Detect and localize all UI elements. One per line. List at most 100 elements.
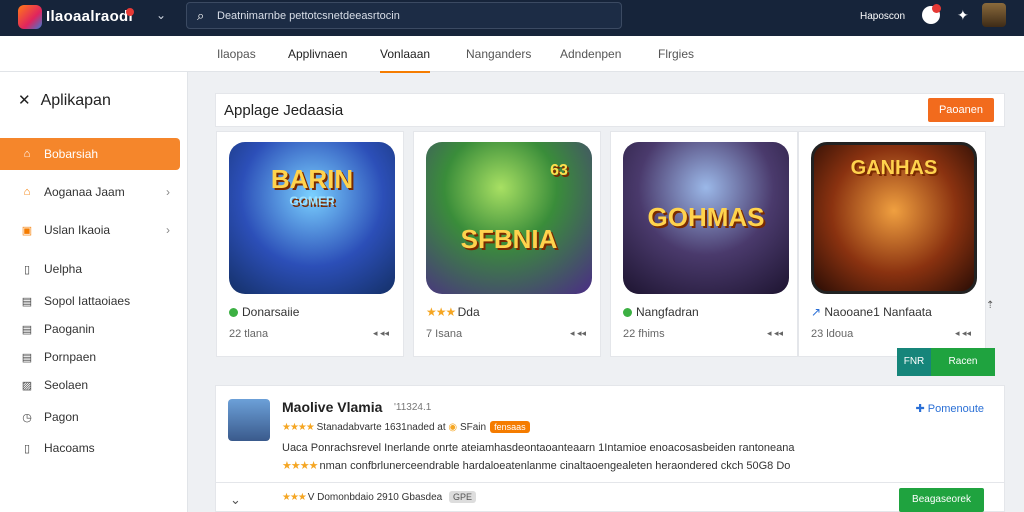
game-meta: 22 tlana: [229, 328, 269, 340]
game-name[interactable]: ★★★ Dda: [426, 305, 480, 319]
game-thumbnail[interactable]: GOHMAS: [623, 142, 789, 294]
notification-dot-icon: [126, 8, 134, 16]
app-subtitle: '11324.1: [394, 402, 432, 413]
follow-icon: ✚: [915, 403, 928, 415]
game-card-1[interactable]: BARIN GOMER Donarsaiie 22 tlana ◂ ◂◂: [216, 131, 404, 357]
chevron-down-icon[interactable]: ⌄: [156, 8, 166, 22]
game-name-label: Dda: [457, 305, 480, 319]
game-name-label: Naooane1 Nanfaata: [824, 305, 932, 319]
game-thumbnail[interactable]: 63 SFBNIA: [426, 142, 592, 294]
rating-stars-icon: ★★★: [426, 305, 458, 319]
user-name[interactable]: Haposcon: [860, 11, 905, 22]
chevron-right-icon: ›: [166, 185, 170, 199]
app-name: Ilaoaalraodi: [46, 8, 133, 25]
rating-stars-icon: ★★★: [282, 492, 308, 503]
app-thumbnail[interactable]: [228, 399, 270, 441]
download-icon[interactable]: ◂ ◂◂: [767, 328, 783, 339]
sidebar-item-label: Sopol Iattaoiaes: [44, 294, 131, 308]
scroll-up-icon[interactable]: ⇡: [986, 300, 994, 311]
doc-icon: ▤: [21, 323, 33, 336]
tab-3[interactable]: Vonlaaan: [380, 47, 431, 73]
sidebar-item-label: Paoganin: [44, 322, 95, 336]
download-icon[interactable]: ◂ ◂◂: [955, 328, 971, 339]
search-placeholder: Deatnimarnbe pettotcsnetdeeasrtocin: [217, 10, 400, 22]
doc-icon: ▯: [23, 442, 31, 455]
game-meta: 7 Isana: [426, 328, 463, 340]
game-thumbnail[interactable]: GANHAS: [811, 142, 977, 294]
doc-icon: ▤: [21, 295, 33, 308]
sidebar-item-8[interactable]: ▨ Seolaen: [0, 369, 180, 401]
get-button[interactable]: Beagaseorek: [899, 488, 984, 512]
game-art-title: BARIN: [270, 164, 354, 194]
app-meta-badge: GPE: [449, 491, 477, 503]
download-icon[interactable]: ◂ ◂◂: [373, 328, 389, 339]
tools-icon: ✕: [18, 92, 31, 109]
clock-icon: ◷: [22, 411, 32, 424]
tab-6[interactable]: Flrgies: [658, 47, 694, 61]
app-title[interactable]: Maolive Vlamia: [282, 399, 382, 415]
avatar[interactable]: [982, 3, 1006, 27]
game-meta: 22 fhims: [623, 328, 665, 340]
link-icon: ↗: [811, 305, 825, 319]
sidebar-title: ✕ Aplikapan: [18, 91, 111, 110]
app-tag: fensaas: [490, 421, 530, 433]
sidebar-item-label: Uslan Ikaoia: [44, 223, 111, 237]
doc-icon: ▤: [21, 351, 33, 364]
sidebar-item-3[interactable]: ▣ Uslan Ikaoia ›: [0, 214, 180, 246]
rating-stars-icon: ★★★★: [282, 422, 315, 433]
sidebar-item-4[interactable]: ▯ Uelpha: [0, 253, 180, 285]
status-dot-icon: [623, 308, 632, 317]
game-art-subtitle: GOMER: [289, 194, 335, 208]
app-logo-icon[interactable]: [18, 5, 42, 29]
sidebar-item-label: Uelpha: [44, 262, 83, 276]
secondary-button[interactable]: FNR: [897, 348, 931, 376]
tab-1[interactable]: Ilaopas: [217, 47, 256, 61]
game-name[interactable]: Nangfadran: [623, 305, 699, 319]
game-name-label: Donarsaiie: [242, 305, 300, 319]
tab-2[interactable]: Applivnaen: [288, 47, 347, 61]
sidebar-item-label: Hacoams: [44, 441, 95, 455]
game-art-title: GOHMAS: [647, 202, 765, 232]
download-icon[interactable]: ◂ ◂◂: [570, 328, 586, 339]
app-description-line-1: Uaca Ponrachsrevel Inerlande onrte ateia…: [282, 442, 795, 454]
game-meta: 23 ldoua: [811, 328, 854, 340]
game-card-4[interactable]: GANHAS ↗ Naooane1 Nanfaata 23 ldoua ◂ ◂◂: [798, 131, 986, 357]
primary-button[interactable]: Racen: [931, 348, 995, 376]
search-input[interactable]: ⌕ Deatnimarnbe pettotcsnetdeeasrtocin: [186, 2, 622, 29]
sidebar-item-9[interactable]: ◷ Pagon: [0, 401, 180, 433]
folder-icon: ⌂: [23, 186, 31, 198]
follow-button[interactable]: ✚ Pomenoute: [915, 402, 984, 415]
game-name-label: Nangfadran: [636, 305, 699, 319]
game-card-2[interactable]: 63 SFBNIA ★★★ Dda 7 Isana ◂ ◂◂: [413, 131, 601, 357]
game-name[interactable]: Donarsaiie: [229, 305, 299, 319]
sidebar: ✕ Aplikapan ⌂ Bobarsiah ⌂ Aoganaa Jaam › ▣ Us…: [0, 72, 188, 512]
app-meta-row: ★★★ V Domonbdaio 2910 Gbasdea GPE: [282, 491, 477, 503]
game-thumbnail[interactable]: BARIN GOMER: [229, 142, 395, 294]
rating-text: Stanadabvarte 1631naded at: [316, 422, 446, 433]
app-description-line-2: ★★★★ nman confbrlunerceendrable hardaloe…: [282, 459, 790, 472]
sidebar-item-label: Bobarsiah: [44, 147, 99, 161]
sidebar-item-label: Pornpaen: [44, 350, 97, 364]
game-name[interactable]: ↗ Naooane1 Nanfaata: [811, 305, 932, 319]
tab-bar: Ilaopas Applivnaen Vonlaaan Nanganders A…: [0, 36, 1024, 73]
sidebar-item-10[interactable]: ▯ Hacoams: [0, 432, 180, 464]
sidebar-item-2[interactable]: ⌂ Aoganaa Jaam ›: [0, 176, 180, 208]
app-rating: ★★★★ Stanadabvarte 1631naded at ◉ SFain f…: [282, 421, 530, 433]
home-icon: ⌂: [23, 148, 31, 160]
chevron-down-icon[interactable]: ⌄: [230, 492, 241, 508]
game-card-3[interactable]: GOHMAS Nangfadran 22 fhims ◂ ◂◂: [610, 131, 798, 357]
tab-5[interactable]: Adndenpen: [560, 47, 621, 61]
sidebar-item-label: Aoganaa Jaam: [44, 185, 125, 199]
notification-badge: [932, 4, 941, 13]
app-meta-text: V Domonbdaio 2910 Gbasdea: [307, 492, 443, 503]
game-art-title: GANHAS: [850, 157, 938, 179]
apps-icon: ▣: [21, 224, 33, 237]
settings-icon[interactable]: ✦: [957, 7, 969, 24]
badge-icon: ◉: [448, 422, 458, 433]
section-action-button[interactable]: Paoanen: [928, 98, 994, 122]
game-art-title: SFBNIA: [460, 224, 558, 254]
tab-4[interactable]: Nanganders: [466, 47, 531, 61]
sidebar-item-1[interactable]: ⌂ Bobarsiah: [0, 138, 180, 170]
status-dot-icon: [229, 308, 238, 317]
search-icon: ⌕: [197, 8, 205, 23]
